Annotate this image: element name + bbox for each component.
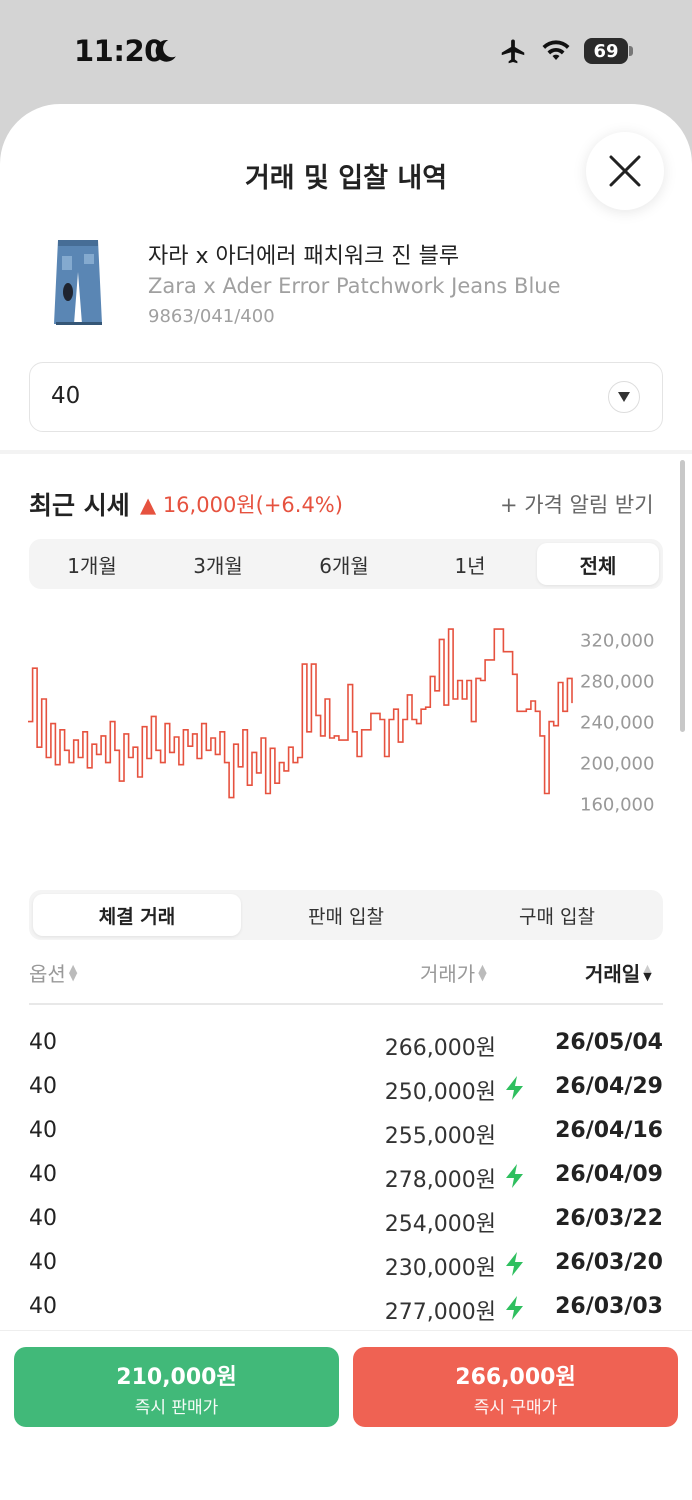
sell-price: 210,000원 xyxy=(116,1365,237,1390)
column-header-option-label: 옵션 xyxy=(29,962,66,986)
tab-6-months[interactable]: 6개월 xyxy=(281,539,407,589)
table-row: 40 277,000원 26/03/03 xyxy=(0,1286,692,1330)
row-price: 278,000원 xyxy=(384,1168,496,1193)
column-header-price-label: 거래가 xyxy=(420,962,476,986)
y-tick-label: 160,000 xyxy=(580,795,654,816)
row-price: 266,000원 xyxy=(384,1036,496,1061)
sort-desc-icon: ▲ ▼ xyxy=(643,961,652,983)
row-price: 230,000원 xyxy=(384,1256,496,1281)
tab-all[interactable]: 전체 xyxy=(537,543,659,585)
row-option: 40 xyxy=(29,1118,57,1143)
row-date: 26/03/20 xyxy=(555,1250,663,1275)
y-tick-label: 200,000 xyxy=(580,754,654,775)
row-date: 26/04/09 xyxy=(555,1162,663,1187)
battery-tip xyxy=(629,46,633,56)
y-tick-label: 320,000 xyxy=(580,630,654,651)
price-alert-link[interactable]: + 가격 알림 받기 xyxy=(500,489,654,519)
lightning-icon xyxy=(506,1164,523,1188)
row-date: 26/03/03 xyxy=(555,1294,663,1319)
close-icon xyxy=(609,155,641,187)
bottom-action-bar: 210,000원 즉시 판매가 266,000원 즉시 구매가 xyxy=(0,1330,692,1500)
tab-3-months[interactable]: 3개월 xyxy=(155,539,281,589)
buy-price: 266,000원 xyxy=(455,1365,576,1390)
wifi-icon xyxy=(542,40,570,60)
period-tabs: 1개월 3개월 6개월 1년 전체 xyxy=(29,539,663,589)
size-select[interactable]: 40 xyxy=(29,362,663,432)
trade-tabs: 체결 거래 판매 입찰 구매 입찰 xyxy=(29,890,663,940)
row-price: 255,000원 xyxy=(384,1124,496,1149)
row-price: 254,000원 xyxy=(384,1212,496,1237)
moon-icon xyxy=(155,40,176,62)
row-option: 40 xyxy=(29,1206,57,1231)
caret-down-icon xyxy=(608,381,640,413)
product-name-en: Zara x Ader Error Patchwork Jeans Blue xyxy=(148,274,561,298)
row-option: 40 xyxy=(29,1074,57,1099)
product-image xyxy=(54,240,102,325)
row-price: 250,000원 xyxy=(384,1080,496,1105)
tab-1-month[interactable]: 1개월 xyxy=(29,539,155,589)
row-date: 26/04/29 xyxy=(555,1074,663,1099)
tab-1-year[interactable]: 1년 xyxy=(407,539,533,589)
product-name-ko: 자라 x 아더에러 패치워크 진 블루 xyxy=(148,244,460,269)
battery-indicator: 69 xyxy=(584,38,628,64)
table-row: 40 230,000원 26/03/20 xyxy=(0,1242,692,1286)
row-date: 26/05/04 xyxy=(555,1030,663,1055)
close-button[interactable] xyxy=(586,132,664,210)
sort-icon: ▲ ▼ xyxy=(478,961,487,983)
sort-icon: ▲ ▼ xyxy=(68,961,78,983)
tab-buy-bids[interactable]: 구매 입찰 xyxy=(451,890,663,940)
row-price: 277,000원 xyxy=(384,1300,496,1325)
table-row: 40 266,000원 26/05/04 xyxy=(0,1022,692,1066)
price-line xyxy=(28,628,573,799)
price-chart: 320,000 280,000 240,000 200,000 160,000 xyxy=(28,628,654,816)
table-row: 40 254,000원 26/03/22 xyxy=(0,1198,692,1242)
column-header-option[interactable]: 옵션 ▲ ▼ xyxy=(29,958,77,987)
lightning-icon xyxy=(506,1296,523,1320)
product-code: 9863/041/400 xyxy=(148,306,275,327)
size-select-value: 40 xyxy=(51,383,81,409)
table-row: 40 250,000원 26/04/29 xyxy=(0,1066,692,1110)
column-header-date-label: 거래일 xyxy=(585,962,641,986)
market-price-change: ▲ 16,000원(+6.4%) xyxy=(140,493,343,517)
buy-label: 즉시 구매가 xyxy=(473,1398,558,1418)
row-option: 40 xyxy=(29,1294,57,1319)
y-tick-label: 280,000 xyxy=(580,671,654,692)
trade-history-sheet: 거래 및 입찰 내역 자라 x 아더에러 패치워크 진 블루 Zara x Ad… xyxy=(0,104,692,1500)
row-option: 40 xyxy=(29,1250,57,1275)
row-option: 40 xyxy=(29,1030,57,1055)
column-header-date[interactable]: 거래일 ▲ ▼ xyxy=(585,958,652,987)
column-header-price[interactable]: 거래가 ▲ ▼ xyxy=(420,958,487,987)
lightning-icon xyxy=(506,1252,523,1276)
status-time: 11:20 xyxy=(74,34,164,68)
header-divider xyxy=(29,1003,663,1005)
row-date: 26/03/22 xyxy=(555,1206,663,1231)
y-tick-label: 240,000 xyxy=(580,713,654,734)
sell-label: 즉시 판매가 xyxy=(134,1398,219,1418)
instant-buy-button[interactable]: 266,000원 즉시 구매가 xyxy=(353,1347,678,1427)
tab-concluded-trades[interactable]: 체결 거래 xyxy=(33,894,241,936)
row-option: 40 xyxy=(29,1162,57,1187)
section-divider xyxy=(0,450,692,454)
market-price-label: 최근 시세 xyxy=(29,491,130,520)
row-date: 26/04/16 xyxy=(555,1118,663,1143)
tab-sell-bids[interactable]: 판매 입찰 xyxy=(241,890,451,940)
airplane-icon xyxy=(501,39,525,64)
table-row: 40 255,000원 26/04/16 xyxy=(0,1110,692,1154)
lightning-icon xyxy=(506,1076,523,1100)
table-row: 40 278,000원 26/04/09 xyxy=(0,1154,692,1198)
instant-sell-button[interactable]: 210,000원 즉시 판매가 xyxy=(14,1347,339,1427)
